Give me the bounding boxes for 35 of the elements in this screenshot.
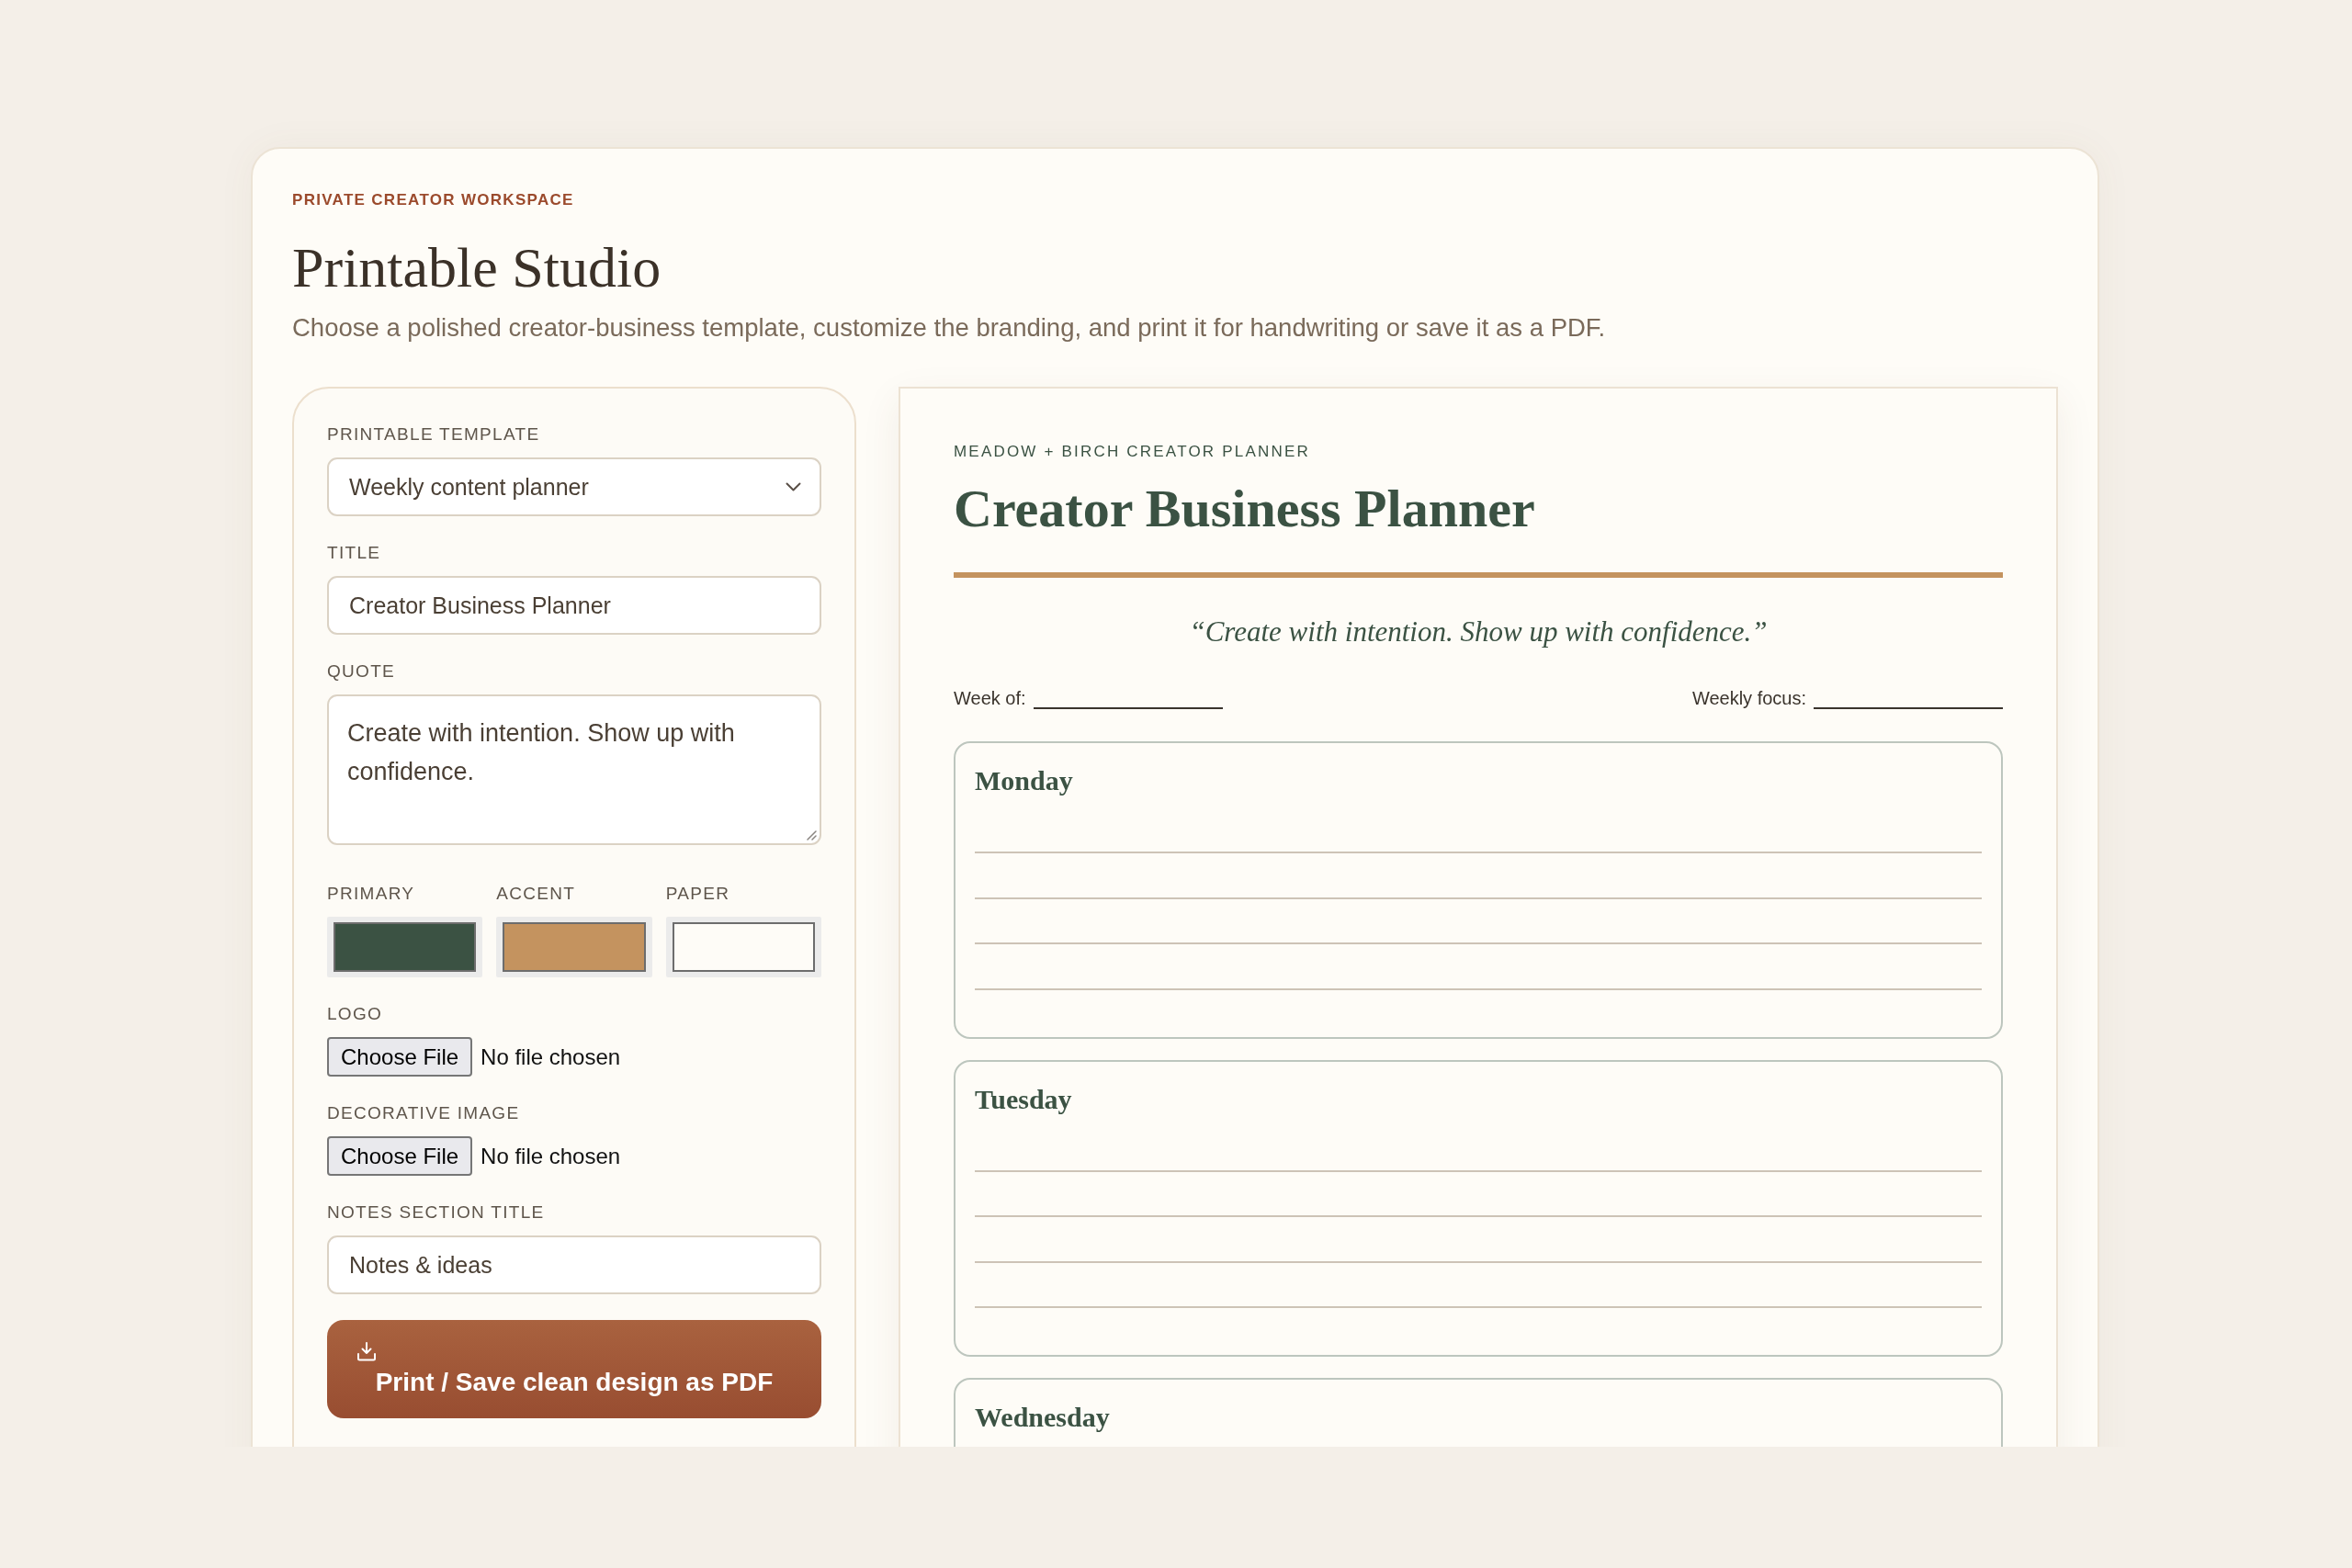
template-select[interactable]: Weekly content planner (327, 457, 821, 516)
field-label: TITLE (327, 542, 381, 564)
planner-brand: MEADOW + BIRCH CREATOR PLANNER (954, 442, 1310, 462)
download-icon (356, 1341, 377, 1361)
notes-title-input[interactable]: Notes & ideas (327, 1235, 821, 1294)
field-label: NOTES SECTION TITLE (327, 1201, 545, 1224)
quote-textarea[interactable]: Create with intention. Show up with confidence. (327, 694, 821, 845)
day-heading: Tuesday (975, 1082, 1072, 1116)
field-label: PRINTABLE TEMPLATE (327, 423, 540, 446)
field-label: LOGO (327, 1003, 383, 1025)
planner-quote: “Create with intention. Show up with confidence.” (1189, 615, 1768, 649)
field-label: Weekly focus: (1691, 687, 1806, 709)
field-label: ACCENT (496, 883, 576, 905)
color-picker[interactable] (327, 917, 483, 977)
day-heading: Wednesday (975, 1401, 1110, 1434)
title-input[interactable]: Creator Business Planner (327, 576, 821, 635)
planner-title: Creator Business Planner (954, 478, 1535, 540)
color-picker[interactable] (665, 917, 821, 977)
caret-icon (786, 482, 801, 491)
field-label: PAPER (665, 883, 730, 905)
resize-grip-icon (806, 829, 817, 840)
field-label: Week of: (954, 687, 1026, 709)
workspace-eyebrow: PRIVATE CREATOR WORKSPACE (292, 191, 574, 209)
print-button[interactable]: Print / Save clean design as PDF (327, 1320, 821, 1418)
file-status: No file chosen (481, 1143, 621, 1169)
field-label: DECORATIVE IMAGE (327, 1102, 520, 1124)
file-status: No file chosen (481, 1043, 621, 1070)
choose-file-button[interactable]: Choose File (327, 1037, 473, 1077)
page-title: Printable Studio (292, 235, 662, 300)
page-subtitle: Choose a polished creator-business template, customize the branding, and print it for handwriting or save it as a PDF. (292, 312, 1606, 344)
field-label: PRIMARY (327, 883, 415, 905)
color-picker[interactable] (496, 917, 652, 977)
field-label: QUOTE (327, 660, 396, 682)
day-heading: Monday (975, 764, 1073, 797)
choose-file-button[interactable]: Choose File (327, 1136, 473, 1176)
